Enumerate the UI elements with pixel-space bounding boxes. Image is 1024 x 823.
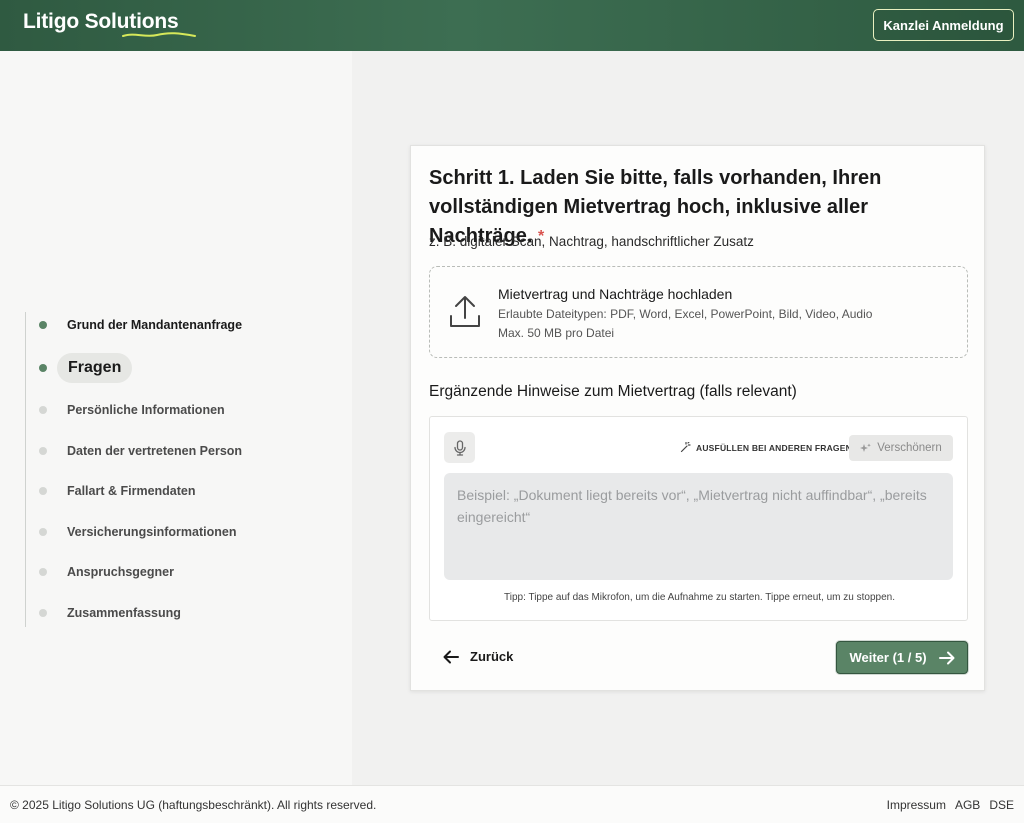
step-dot bbox=[39, 609, 47, 617]
next-button-label: Weiter (1 / 5) bbox=[849, 650, 927, 665]
sparkle-icon bbox=[860, 443, 872, 452]
step-label: Zusammenfassung bbox=[67, 606, 181, 620]
question-card: Schritt 1. Laden Sie bitte, falls vorhan… bbox=[410, 145, 985, 691]
beautify-button-label: Verschönern bbox=[877, 442, 942, 454]
notes-placeholder: Beispiel: „Dokument liegt bereits vor“, … bbox=[457, 487, 927, 525]
logo-underline-decoration bbox=[122, 32, 196, 37]
step-label: Persönliche Informationen bbox=[67, 403, 225, 417]
notes-textarea[interactable]: Beispiel: „Dokument liegt bereits vor“, … bbox=[444, 473, 953, 580]
top-bar: Litigo Solutions Kanzlei Anmeldung bbox=[0, 0, 1024, 51]
step-dot bbox=[39, 321, 47, 329]
copyright-text: © 2025 Litigo Solutions UG (haftungsbesc… bbox=[10, 798, 377, 812]
step-label: Versicherungsinformationen bbox=[67, 525, 237, 539]
notes-panel: AUSFÜLLEN BEI ANDEREN FRAGEN Verschönern… bbox=[429, 416, 968, 621]
fill-button-label: AUSFÜLLEN BEI ANDEREN FRAGEN bbox=[696, 442, 852, 453]
notes-label: Ergänzende Hinweise zum Mietvertrag (fal… bbox=[429, 383, 797, 400]
step-label: Anspruchsgegner bbox=[67, 565, 174, 579]
step-dot bbox=[39, 487, 47, 495]
next-button[interactable]: Weiter (1 / 5) bbox=[836, 641, 968, 674]
agb-link[interactable]: AGB bbox=[955, 798, 980, 812]
fill-from-other-questions-button[interactable]: AUSFÜLLEN BEI ANDEREN FRAGEN bbox=[680, 442, 852, 453]
step-dot bbox=[39, 528, 47, 536]
impressum-link[interactable]: Impressum bbox=[887, 798, 946, 812]
upload-allowed-types: Erlaubte Dateitypen: PDF, Word, Excel, P… bbox=[498, 307, 873, 321]
back-button-label: Zurück bbox=[470, 649, 514, 664]
kanzlei-login-button[interactable]: Kanzlei Anmeldung bbox=[873, 9, 1014, 41]
upload-max-size: Max. 50 MB pro Datei bbox=[498, 326, 615, 340]
step-label: Daten der vertretenen Person bbox=[67, 444, 243, 458]
step-label: Fallart & Firmendaten bbox=[67, 484, 196, 498]
file-upload-dropzone[interactable]: Mietvertrag und Nachträge hochladen Erla… bbox=[429, 266, 968, 358]
sidebar: Grund der Mandantenanfrage Fragen Persön… bbox=[0, 51, 352, 785]
step-label: Grund der Mandantenanfrage bbox=[67, 318, 243, 332]
back-button[interactable]: Zurück bbox=[443, 649, 513, 664]
step-dot bbox=[39, 447, 47, 455]
beautify-button[interactable]: Verschönern bbox=[849, 435, 953, 461]
magic-wand-icon bbox=[680, 442, 691, 453]
step-progress-list: Grund der Mandantenanfrage Fragen Persön… bbox=[25, 312, 325, 627]
question-subtitle: z. B. digitaler Scan, Nachtrag, handschr… bbox=[429, 234, 754, 249]
step-label: Fragen bbox=[57, 353, 133, 383]
microphone-button[interactable] bbox=[444, 432, 475, 463]
arrow-right-icon bbox=[938, 651, 955, 664]
footer: © 2025 Litigo Solutions UG (haftungsbesc… bbox=[0, 785, 1024, 823]
upload-icon bbox=[450, 296, 480, 327]
arrow-left-icon bbox=[443, 650, 459, 663]
step-dot bbox=[39, 406, 47, 414]
microphone-tip: Tipp: Tippe auf das Mikrofon, um die Auf… bbox=[504, 592, 895, 603]
step-dot bbox=[39, 568, 47, 576]
upload-title: Mietvertrag und Nachträge hochladen bbox=[498, 286, 733, 302]
dse-link[interactable]: DSE bbox=[989, 798, 1014, 812]
step-dot bbox=[39, 364, 47, 372]
microphone-icon bbox=[453, 439, 466, 456]
footer-links: Impressum AGB DSE bbox=[887, 798, 1014, 812]
